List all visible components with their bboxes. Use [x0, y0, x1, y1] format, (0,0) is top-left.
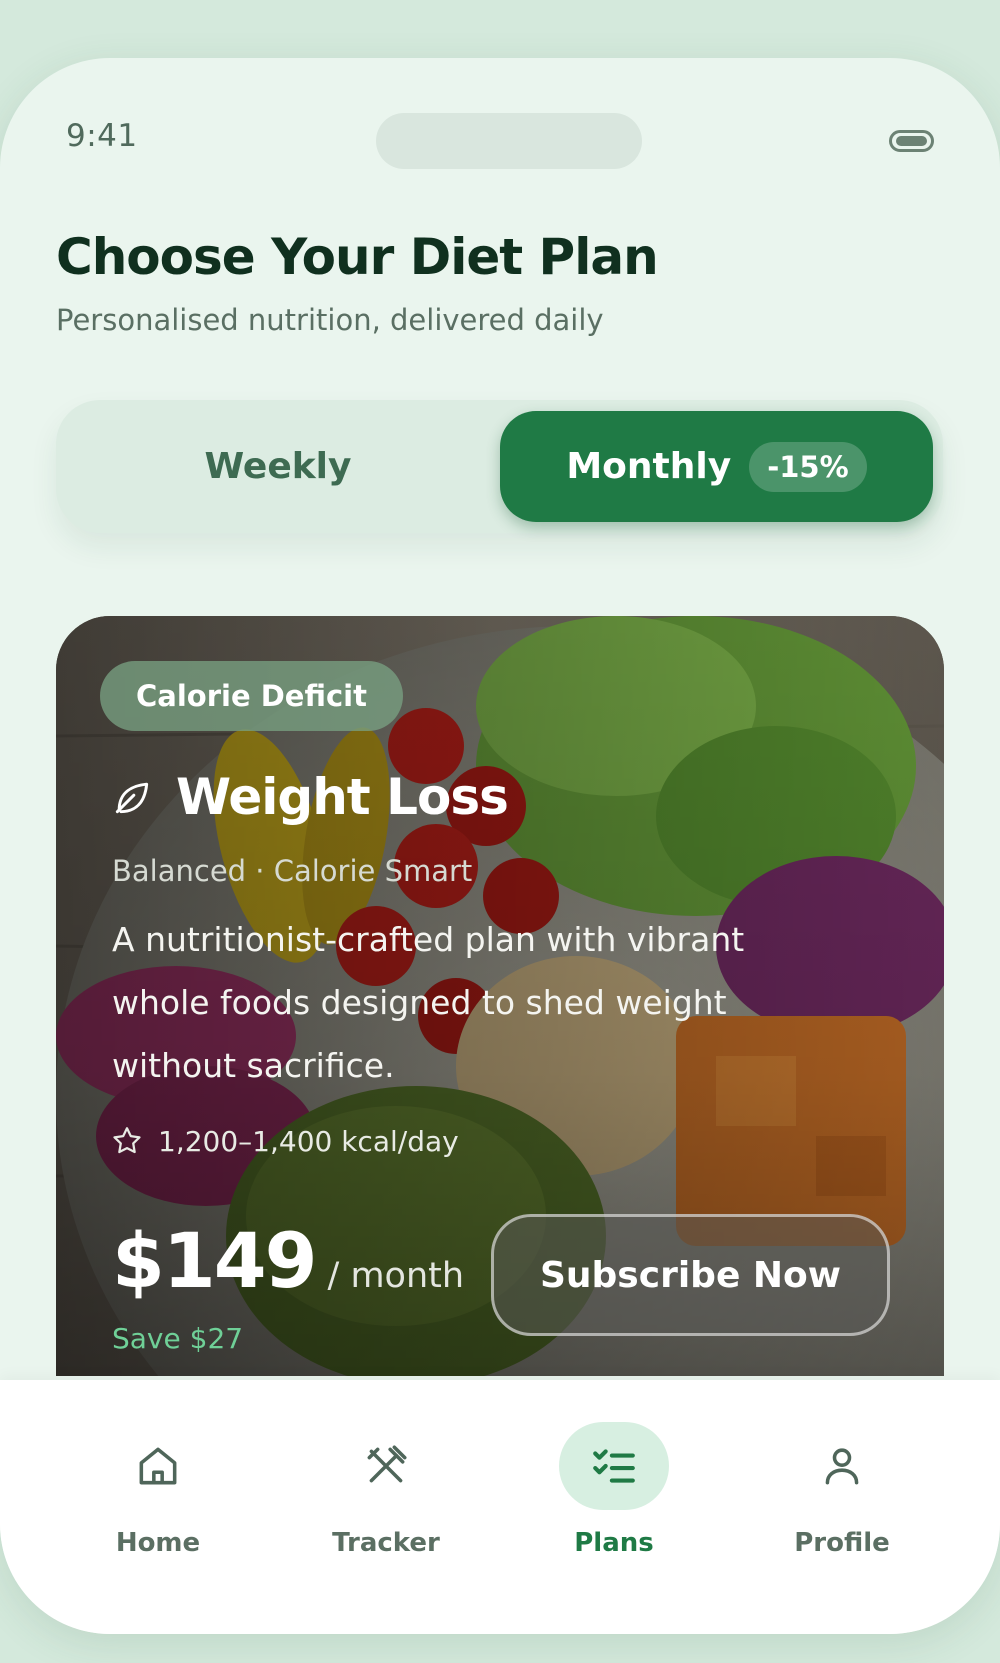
- page-subtitle: Personalised nutrition, delivered daily: [56, 303, 604, 337]
- status-time: 9:41: [66, 118, 138, 154]
- plan-description: A nutritionist-crafted plan with vibrant…: [112, 920, 745, 1085]
- nav-label: Profile: [794, 1528, 890, 1558]
- billing-toggle: Weekly Monthly -15%: [56, 400, 943, 533]
- leaf-icon: [115, 782, 149, 814]
- utensils-icon: [367, 1445, 407, 1483]
- star-icon: [113, 1127, 141, 1154]
- price: $149: [112, 1216, 318, 1305]
- plan-title: Weight Loss: [176, 768, 509, 826]
- monthly-option[interactable]: Monthly -15%: [500, 411, 933, 522]
- phone-screen: 9:41 Choose Your Diet Plan Personalised …: [0, 58, 1000, 1634]
- nav-label: Tracker: [332, 1528, 440, 1558]
- nav-icon-wrap: [787, 1422, 897, 1510]
- kcal-range: 1,200–1,400 kcal/day: [158, 1124, 459, 1158]
- home-icon: [139, 1447, 177, 1485]
- nav-label: Home: [115, 1528, 201, 1558]
- user-icon: [825, 1448, 859, 1485]
- checklist-icon: [593, 1449, 635, 1483]
- plan-meta: Balanced · Calorie Smart: [112, 854, 473, 888]
- battery-icon: [889, 130, 934, 152]
- weekly-option[interactable]: Weekly: [56, 400, 500, 533]
- nav-item-tracker[interactable]: Tracker: [296, 1422, 476, 1572]
- nav-label: Plans: [574, 1528, 654, 1558]
- monthly-label: Monthly: [566, 446, 732, 487]
- nav-item-home[interactable]: Home: [68, 1422, 248, 1572]
- kcal-row: 1,200–1,400 kcal/day: [110, 1124, 459, 1158]
- page-title: Choose Your Diet Plan: [56, 228, 659, 286]
- plan-title-row: Weight Loss: [110, 768, 509, 826]
- nav-item-plans[interactable]: Plans: [524, 1422, 704, 1572]
- nav-item-profile[interactable]: Profile: [752, 1422, 932, 1572]
- bottom-nav: Home Tracker Plans Profile: [0, 1380, 1000, 1634]
- dynamic-island: [376, 113, 642, 169]
- subscribe-button[interactable]: Subscribe Now: [491, 1214, 890, 1336]
- discount-badge: -15%: [749, 441, 867, 492]
- nav-icon-wrap: [103, 1422, 213, 1510]
- price-unit: / month: [327, 1256, 465, 1296]
- savings-text: Save $27: [112, 1322, 244, 1355]
- plan-card[interactable]: Calorie Deficit Weight Loss Balanced · C…: [56, 616, 944, 1376]
- nav-icon-wrap: [331, 1422, 441, 1510]
- plan-tag: Calorie Deficit: [100, 661, 403, 731]
- price-row: $149 / month: [112, 1216, 464, 1305]
- nav-icon-wrap-active: [559, 1422, 669, 1510]
